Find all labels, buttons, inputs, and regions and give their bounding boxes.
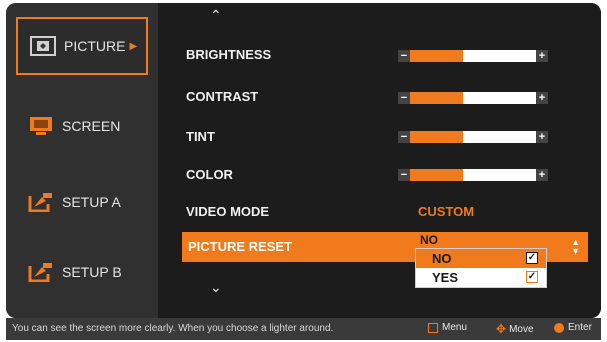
plus-icon: + <box>536 50 548 62</box>
picture-reset-current: NO <box>420 233 438 247</box>
picture-reset-label: PICTURE RESET <box>188 239 293 254</box>
sidebar-item-label: SETUP A <box>62 194 121 210</box>
checkbox-checked-icon[interactable]: ✓ <box>526 271 538 283</box>
checkbox-checked-icon[interactable]: ✓ <box>526 252 538 264</box>
up-down-arrows-icon[interactable]: ▲ ▼ <box>571 238 580 256</box>
brightness-label: BRIGHTNESS <box>186 47 272 62</box>
sidebar-item-setup-a[interactable]: SETUP A <box>16 173 148 231</box>
contrast-label: CONTRAST <box>186 89 259 104</box>
sidebar-item-screen[interactable]: SCREEN <box>16 97 148 155</box>
status-bar: You can see the screen more clearly. Whe… <box>6 318 601 340</box>
option-no[interactable]: NO ✓ <box>416 249 546 268</box>
chevron-down-icon[interactable]: ⌄ <box>210 279 222 296</box>
brightness-slider[interactable]: − + <box>398 50 548 62</box>
sidebar-item-label: SCREEN <box>62 118 121 134</box>
picture-icon <box>30 36 56 56</box>
menu-square-icon <box>428 322 438 333</box>
move-legend: ✥ Move <box>496 322 534 336</box>
plus-icon: + <box>536 131 548 143</box>
minus-icon: − <box>398 131 410 143</box>
option-yes[interactable]: YES ✓ <box>416 268 546 287</box>
enter-legend: Enter <box>554 322 592 333</box>
tint-label: TINT <box>186 129 215 144</box>
video-mode-value[interactable]: CUSTOM <box>418 204 474 219</box>
minus-icon: − <box>398 169 410 181</box>
help-text: You can see the screen more clearly. Whe… <box>12 323 334 334</box>
sidebar-item-picture[interactable]: PICTURE ▶ <box>16 17 148 75</box>
screen-icon <box>28 116 54 136</box>
tint-slider[interactable]: − + <box>398 131 548 143</box>
plus-icon: + <box>536 169 548 181</box>
color-label: COLOR <box>186 167 233 182</box>
minus-icon: − <box>398 92 410 104</box>
color-slider[interactable]: − + <box>398 169 548 181</box>
minus-icon: − <box>398 50 410 62</box>
sidebar-item-label: PICTURE <box>64 38 126 54</box>
video-mode-label: VIDEO MODE <box>186 204 270 219</box>
sidebar-item-label: SETUP B <box>62 264 122 280</box>
setup-b-icon <box>28 262 54 283</box>
chevron-up-icon[interactable]: ⌃ <box>210 7 222 24</box>
plus-icon: + <box>536 92 548 104</box>
sidebar-item-setup-b[interactable]: SETUP B <box>16 243 148 301</box>
reset-options-dropdown[interactable]: NO ✓ YES ✓ <box>415 248 547 288</box>
sidebar: PICTURE ▶ SCREEN SETUP A SETUP B <box>6 3 158 318</box>
enter-circle-icon <box>554 322 564 333</box>
setup-a-icon <box>28 192 54 213</box>
menu-legend: Menu <box>428 322 467 333</box>
chevron-right-icon: ▶ <box>129 40 138 52</box>
contrast-slider[interactable]: − + <box>398 92 548 104</box>
move-arrows-icon: ✥ <box>496 322 507 336</box>
